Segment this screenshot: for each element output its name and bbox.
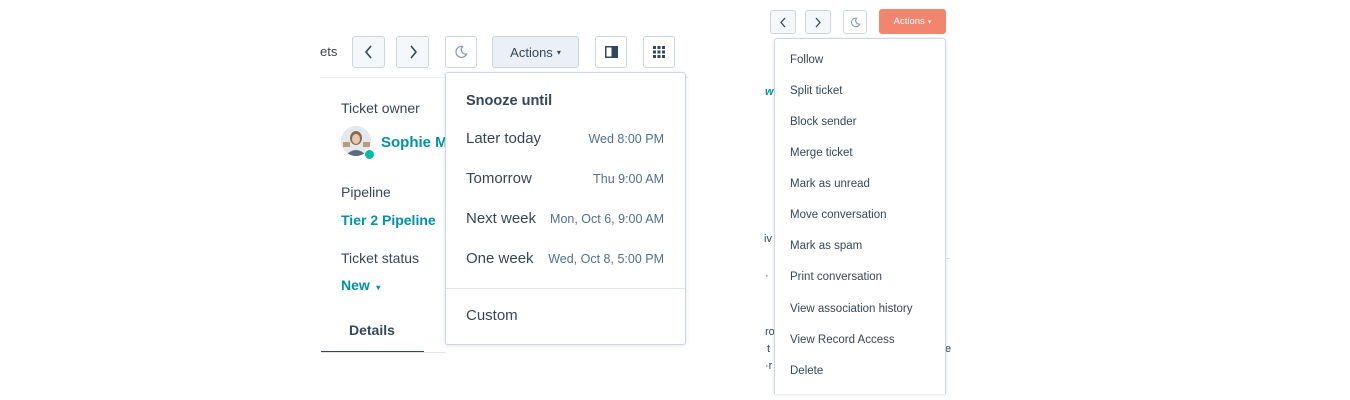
next-record-button[interactable] [805,10,831,34]
online-status-dot [364,149,375,160]
snooze-option-tomorrow[interactable]: Tomorrow Thu 9:00 AM [446,160,685,200]
actions-button-label: Actions [510,44,553,60]
snooze-option-label: Tomorrow [466,170,532,187]
menu-item-block-sender[interactable]: Block sender [790,116,856,128]
snooze-button[interactable] [445,36,477,68]
menu-item-print-conversation[interactable]: Print conversation [790,271,882,283]
menu-item-split-ticket[interactable]: Split ticket [790,85,842,97]
snooze-menu-title: Snooze until [466,93,553,109]
snooze-option-label: Later today [466,130,542,147]
snooze-option-later-today[interactable]: Later today Wed 8:00 PM [446,120,685,160]
caret-down-icon: ▾ [376,283,381,292]
actions-dropdown-menu: Follow Split ticket Block sender Merge t… [774,38,946,394]
previous-record-button[interactable] [352,36,385,68]
grid-icon [653,46,665,58]
previous-record-button[interactable] [770,10,796,34]
snooze-button[interactable] [843,10,867,34]
menu-item-follow[interactable]: Follow [790,54,823,66]
ticket-owner-label: Ticket owner [341,100,420,116]
toggle-sidebar-button[interactable] [595,36,627,68]
menu-item-move-conversation[interactable]: Move conversation [790,209,887,221]
snooze-option-time: Mon, Oct 6, 9:00 AM [550,212,664,226]
snooze-option-label: Custom [466,307,518,324]
background-text-fragment: · [765,270,769,282]
menu-item-merge-ticket[interactable]: Merge ticket [790,147,853,159]
snooze-dropdown-menu: Snooze until Later today Wed 8:00 PM Tom… [445,72,686,345]
snooze-option-label: One week [466,250,534,267]
snooze-option-time: Wed 8:00 PM [588,132,664,146]
moon-icon [850,17,861,27]
caret-down-icon: ▾ [556,47,561,57]
moon-icon [455,45,468,58]
snooze-option-next-week[interactable]: Next week Mon, Oct 6, 9:00 AM [446,200,685,240]
snooze-option-custom[interactable]: Custom [446,297,685,337]
sidebar-panel-icon [604,46,618,58]
pipeline-value-link[interactable]: Tier 2 Pipeline [341,212,436,228]
snooze-option-time: Wed, Oct 8, 5:00 PM [548,252,664,266]
background-text-fragment: iv [764,233,772,245]
chevron-left-icon [364,45,372,59]
actions-dropdown-button[interactable]: Actions ▾ [879,9,946,34]
ticket-status-dropdown[interactable]: New ▾ [341,277,380,295]
snooze-option-label: Next week [466,210,537,227]
next-record-button[interactable] [396,36,429,68]
snooze-option-time: Thu 9:00 AM [593,172,664,186]
owner-name-link[interactable]: Sophie M [381,134,448,151]
chevron-right-icon [815,17,821,27]
menu-item-view-record-access[interactable]: View Record Access [790,334,895,346]
ticket-status-value: New [341,277,370,293]
actions-button-label: Actions [893,16,925,27]
menu-item-mark-as-unread[interactable]: Mark as unread [790,178,870,190]
menu-item-delete[interactable]: Delete [790,365,823,377]
app-grid-button[interactable] [643,36,675,68]
chevron-right-icon [409,45,417,59]
chevron-left-icon [780,17,786,27]
background-divider [946,258,950,259]
background-text-fragment: w [765,86,774,98]
actions-dropdown-button[interactable]: Actions ▾ [492,36,579,68]
pipeline-label: Pipeline [341,184,391,200]
tab-details[interactable]: Details [349,322,395,338]
tabs-divider [321,352,445,353]
breadcrumb-fragment: ets [320,44,338,59]
menu-item-mark-as-spam[interactable]: Mark as spam [790,240,862,252]
caret-down-icon: ▾ [927,18,932,26]
background-text-fragment: t [767,343,771,355]
ticket-status-label: Ticket status [341,250,420,266]
snooze-option-one-week[interactable]: One week Wed, Oct 8, 5:00 PM [446,240,685,280]
snooze-menu-divider [446,288,685,289]
background-text-fragment: ·r [765,360,773,372]
menu-item-view-association-history[interactable]: View association history [790,303,913,315]
